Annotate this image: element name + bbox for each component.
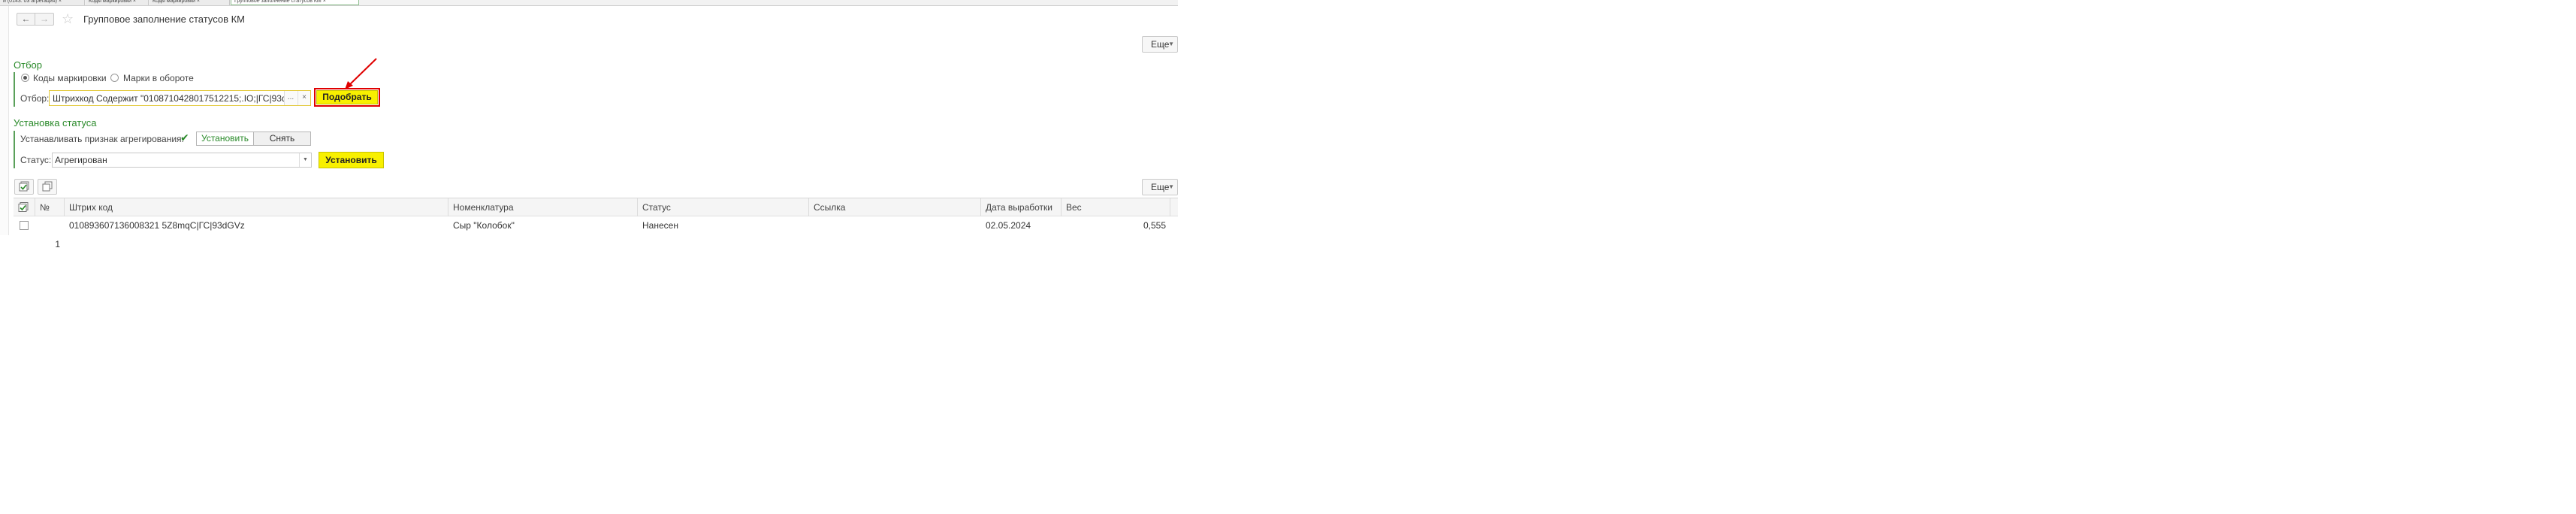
filter-field-label: Отбор: bbox=[20, 93, 50, 104]
tab-marking-codes-2[interactable]: Коды маркировки × bbox=[149, 0, 230, 5]
arrow-left-icon: ← bbox=[21, 14, 31, 24]
more-button-table[interactable]: Еще ▼ bbox=[1142, 179, 1178, 195]
row-production-date: 02.05.2024 bbox=[986, 220, 1031, 231]
radio-marking-codes[interactable] bbox=[21, 74, 29, 82]
status-select-value: Агрегирован bbox=[55, 155, 107, 165]
table-header: № Штрих код Номенклатура Статус Ссылка Д… bbox=[14, 198, 1178, 216]
aggregation-checkbox[interactable]: ✔ bbox=[180, 132, 189, 144]
page-title: Групповое заполнение статусов КМ bbox=[83, 14, 245, 25]
row-status: Нанесен bbox=[642, 220, 678, 231]
filter-select-button[interactable]: ... bbox=[284, 91, 297, 105]
check-all-icon bbox=[18, 202, 29, 212]
back-button[interactable]: ← bbox=[17, 13, 35, 26]
aggregation-label: Устанавливать признак агрегирования: bbox=[20, 134, 184, 144]
more-label: Еще bbox=[1151, 39, 1170, 50]
filter-input[interactable]: Штрихкод Содержит "0108710428017512215;.… bbox=[49, 90, 311, 106]
header-check-cell[interactable] bbox=[14, 198, 35, 216]
status-select[interactable]: Агрегирован ▼ bbox=[52, 153, 312, 168]
column-header-weight[interactable]: Вес bbox=[1062, 198, 1170, 216]
uncheck-all-button[interactable] bbox=[38, 179, 57, 195]
apply-status-button[interactable]: Установить bbox=[319, 152, 384, 168]
filter-section-title: Отбор bbox=[14, 59, 42, 71]
check-all-button[interactable] bbox=[14, 179, 34, 195]
chevron-down-icon[interactable]: ▼ bbox=[299, 153, 311, 167]
filter-clear-button[interactable]: × bbox=[297, 91, 310, 105]
checkmark-icon: ✔ bbox=[180, 132, 189, 144]
row-nomenclature: Сыр "Колобок" bbox=[453, 220, 515, 231]
aggregation-set-button[interactable]: Установить bbox=[196, 132, 254, 146]
row-checkbox[interactable] bbox=[20, 221, 29, 230]
status-section-bar bbox=[14, 131, 15, 168]
check-all-icon bbox=[19, 181, 29, 192]
tab-marking-codes-1[interactable]: Коды маркировки × bbox=[86, 0, 149, 5]
filter-input-value[interactable]: Штрихкод Содержит "0108710428017512215;.… bbox=[53, 93, 284, 104]
column-header-nomenclature[interactable]: Номенклатура bbox=[448, 198, 638, 216]
row-number: 1 bbox=[55, 239, 60, 249]
more-button-top[interactable]: Еще ▼ bbox=[1142, 36, 1178, 53]
column-header-production-date[interactable]: Дата выработки bbox=[981, 198, 1062, 216]
status-section-title: Установка статуса bbox=[14, 117, 97, 128]
codes-table: № Штрих код Номенклатура Статус Ссылка Д… bbox=[14, 198, 1178, 249]
ellipsis-icon: ... bbox=[287, 93, 294, 101]
row-link bbox=[809, 217, 981, 234]
row-weight: 0,555 bbox=[1143, 220, 1166, 231]
row-barcode: 010893607136008321 5Z8mqC|ГС|93dGVz bbox=[69, 220, 245, 231]
filter-section-bar bbox=[14, 72, 15, 107]
arrow-right-icon: → bbox=[40, 14, 49, 24]
aggregation-unset-button[interactable]: Снять bbox=[253, 132, 311, 146]
close-icon: × bbox=[302, 93, 307, 101]
radio-marks-in-circulation-label[interactable]: Марки в обороте bbox=[123, 73, 194, 83]
table-row[interactable]: 1 010893607136008321 5Z8mqC|ГС|93dGVz Сы… bbox=[14, 217, 1178, 249]
tab-group-status-fill[interactable]: Групповое заполнение статусов КМ × bbox=[231, 0, 359, 5]
column-header-status[interactable]: Статус bbox=[638, 198, 809, 216]
radio-marks-in-circulation[interactable] bbox=[110, 74, 119, 82]
column-header-barcode[interactable]: Штрих код bbox=[65, 198, 448, 216]
radio-marking-codes-label[interactable]: Коды маркировки bbox=[33, 73, 107, 83]
chevron-down-icon: ▼ bbox=[1168, 183, 1174, 190]
column-header-link[interactable]: Ссылка bbox=[809, 198, 981, 216]
favorite-star-icon[interactable]: ☆ bbox=[62, 11, 74, 27]
red-arrow-annotation bbox=[345, 58, 377, 89]
left-panel-bar bbox=[0, 6, 9, 235]
tab-aggregation[interactable]: и (0143: 03 агрегация) × bbox=[0, 0, 85, 5]
more-label: Еще bbox=[1151, 182, 1170, 192]
chevron-down-icon: ▼ bbox=[1168, 41, 1174, 47]
column-header-number[interactable]: № bbox=[35, 198, 65, 216]
forward-button[interactable]: → bbox=[35, 13, 54, 26]
status-label: Статус: bbox=[20, 155, 52, 165]
pick-button[interactable]: Подобрать bbox=[316, 90, 378, 104]
uncheck-all-icon bbox=[42, 181, 53, 192]
